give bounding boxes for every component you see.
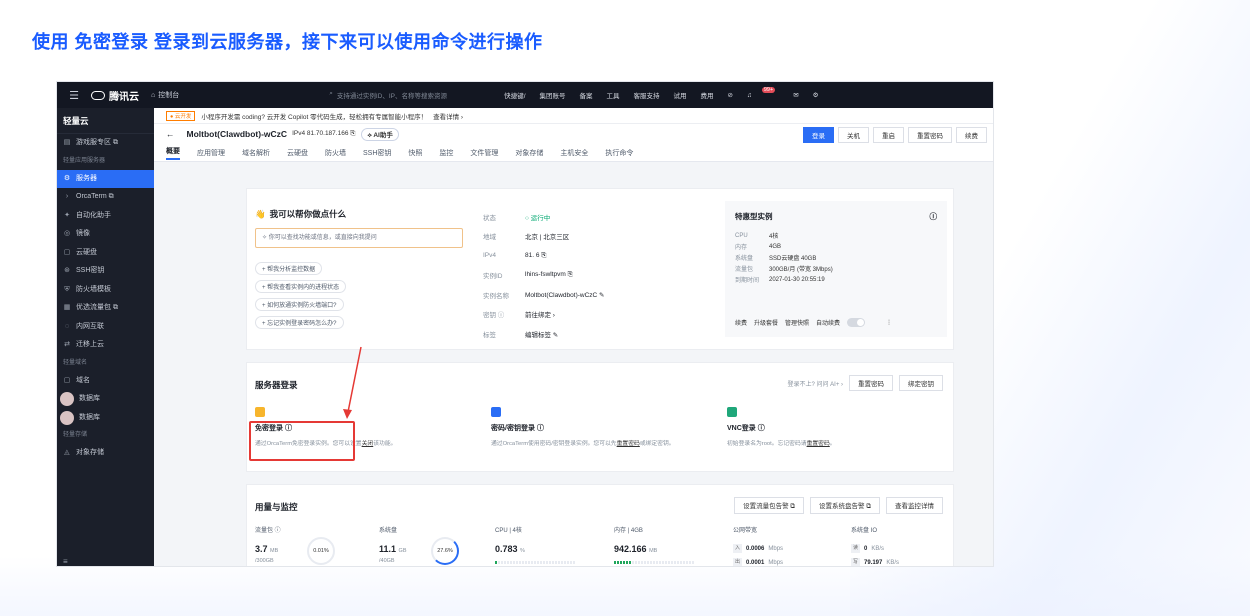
page-heading: 使用 免密登录 登录到云服务器，接下来可以使用命令进行操作 [32,32,543,52]
red-arrow-annotation [343,346,362,419]
arrow-head [343,409,352,419]
console-screenshot: ☰ 腾讯云 ⌂ 控制台 ⌕ 支持通过实例ID、IP、名称等搜索资源 快捷键/集团账号… [56,81,994,567]
arrow-line [347,346,362,413]
